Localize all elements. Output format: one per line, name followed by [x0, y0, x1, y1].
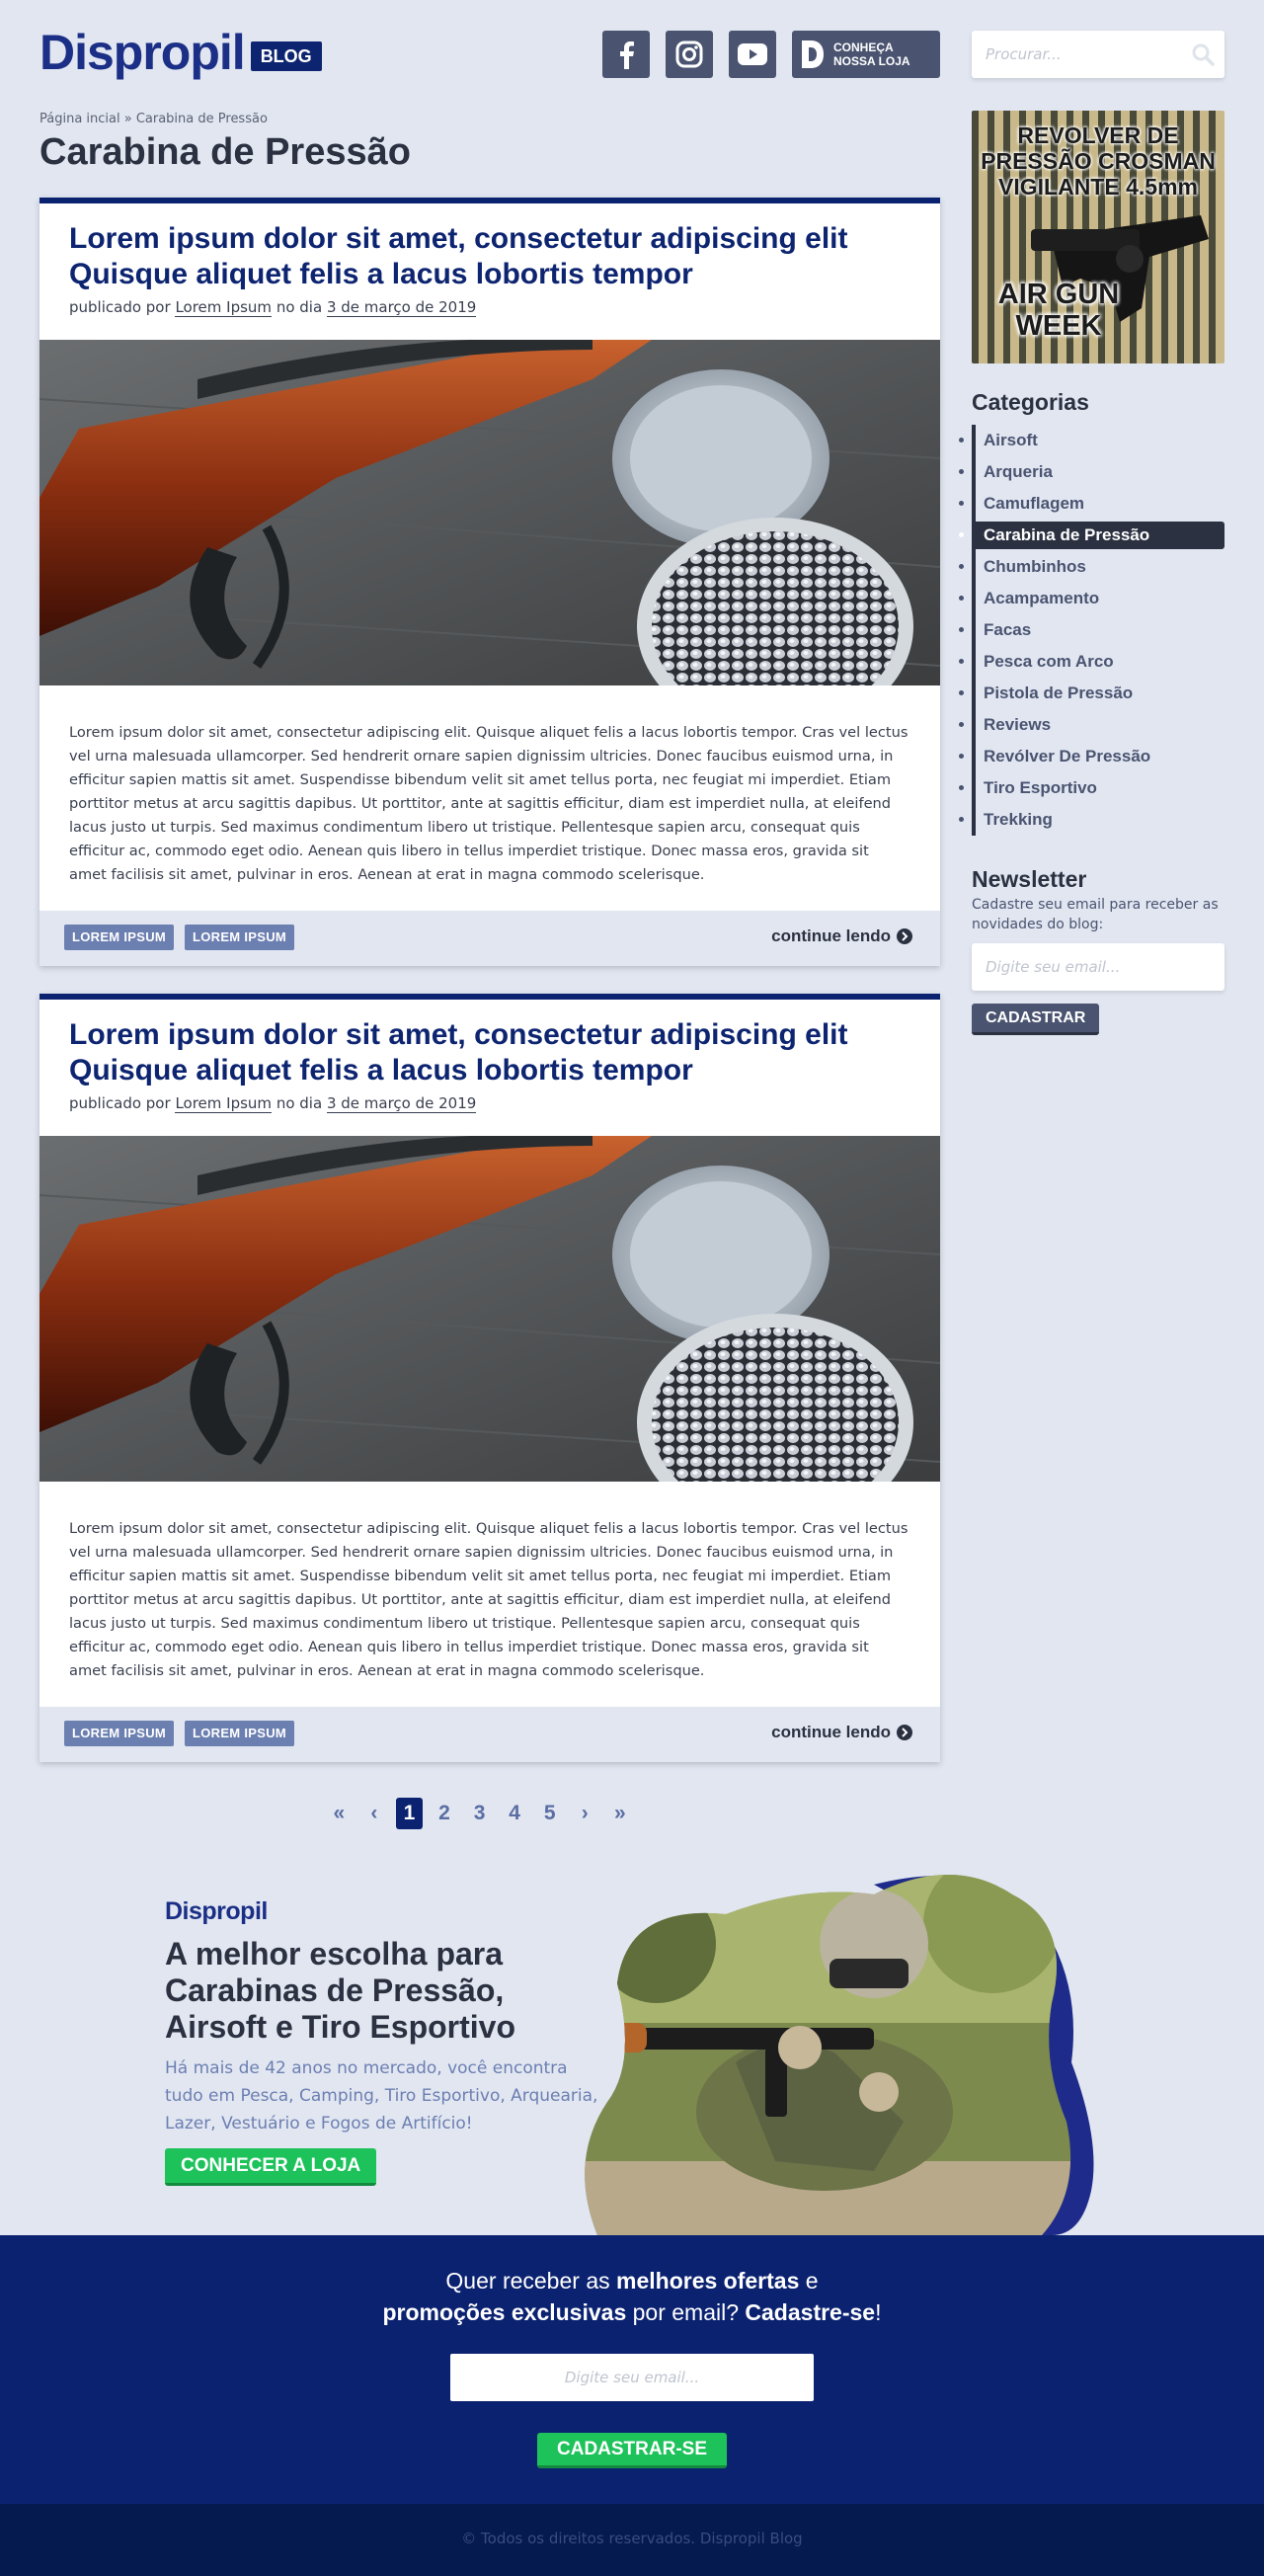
search-icon[interactable] [1191, 42, 1215, 66]
sidebar-ad-banner[interactable]: REVOLVER DE PRESSÃO CROSMAN VIGILANTE 4.… [972, 111, 1224, 363]
category-item[interactable]: Pesca com Arco [976, 646, 1224, 678]
categories-heading: Categorias [972, 389, 1089, 415]
chevron-right-circle-icon [897, 928, 912, 944]
subscribe-section: Quer receber as melhores ofertas e promo… [0, 2235, 1264, 2504]
site-footer: © Todos os direitos reservados. Dispropi… [0, 2504, 1264, 2576]
category-item[interactable]: Trekking [976, 804, 1224, 836]
continue-label: continue lendo [771, 1723, 891, 1741]
page-link-2[interactable]: 2 [432, 1798, 458, 1829]
category-item[interactable]: Acampamento [976, 583, 1224, 614]
post-image[interactable] [40, 340, 940, 685]
post-card: Lorem ipsum dolor sit amet, consectetur … [40, 994, 940, 1762]
continue-label: continue lendo [771, 926, 891, 945]
site-logo[interactable]: Dispropil BLOG [40, 28, 322, 77]
visit-store-button[interactable]: CONHECER A LOJA [165, 2148, 377, 2186]
page-link-1[interactable]: 1 [396, 1798, 423, 1829]
post-image[interactable] [40, 1136, 940, 1482]
subscribe-text: Quer receber as [445, 2268, 617, 2294]
subscribe-text: e [799, 2268, 819, 2294]
post-footer: LOREM IPSUM LOREM IPSUM continue lendo [40, 1707, 940, 1762]
newsletter-submit-button[interactable]: CADASTRAR [972, 1004, 1100, 1035]
category-item[interactable]: Chumbinhos [976, 551, 1224, 583]
category-item[interactable]: Airsoft [976, 425, 1224, 456]
subscribe-text: por email? [626, 2299, 746, 2325]
promo-logo: Dispropil [165, 1897, 268, 1925]
category-item-active[interactable]: Carabina de Pressão [976, 522, 1224, 549]
chevron-right-circle-icon [897, 1725, 912, 1740]
page-link-5[interactable]: 5 [536, 1798, 563, 1829]
instagram-button[interactable] [666, 31, 713, 78]
instagram-icon [675, 40, 703, 68]
promo-title: A melhor escolha para Carabinas de Press… [165, 1936, 516, 2045]
newsletter-email-input[interactable] [972, 943, 1224, 991]
site-header: Dispropil BLOG CONHEÇA NOSSA LOJA [0, 0, 1264, 99]
logo-blog-badge: BLOG [250, 41, 322, 71]
youtube-button[interactable] [729, 31, 776, 78]
ad-title: REVOLVER DE PRESSÃO CROSMAN VIGILANTE 4.… [981, 122, 1216, 200]
subscribe-text-bold: Cadastre-se [745, 2299, 876, 2325]
page-link-4[interactable]: 4 [502, 1798, 528, 1829]
post-footer: LOREM IPSUM LOREM IPSUM continue lendo [40, 911, 940, 966]
meta-middle: no dia [276, 1094, 323, 1112]
category-item[interactable]: Facas [976, 614, 1224, 646]
category-item[interactable]: Camuflagem [976, 488, 1224, 520]
search-box [972, 31, 1224, 78]
post-tag[interactable]: LOREM IPSUM [185, 1721, 295, 1746]
store-button-label: CONHEÇA NOSSA LOJA [833, 40, 910, 68]
post-excerpt: Lorem ipsum dolor sit amet, consectetur … [69, 724, 908, 883]
continue-reading-link[interactable]: continue lendo [771, 1723, 912, 1742]
store-button[interactable]: CONHEÇA NOSSA LOJA [792, 31, 940, 78]
facebook-icon [620, 41, 634, 69]
continue-reading-link[interactable]: continue lendo [771, 926, 912, 946]
subscribe-headline: Quer receber as melhores ofertas e promo… [0, 2265, 1264, 2328]
promo-soldier-image [585, 1875, 1094, 2235]
subscribe-email-input[interactable] [450, 2354, 814, 2401]
logo-wordmark: Dispropil [40, 25, 246, 80]
subscribe-text-bold: promoções exclusivas [382, 2299, 627, 2325]
post-author-link[interactable]: Lorem Ipsum [175, 298, 273, 317]
category-item[interactable]: Revólver De Pressão [976, 741, 1224, 772]
youtube-icon [738, 43, 767, 65]
prev-page-icon[interactable]: ‹ [361, 1798, 388, 1829]
page-link-3[interactable]: 3 [466, 1798, 493, 1829]
post-title[interactable]: Lorem ipsum dolor sit amet, consectetur … [69, 221, 910, 292]
subscribe-text: ! [875, 2299, 882, 2325]
page-title: Carabina de Pressão [40, 131, 411, 173]
meta-prefix: publicado por [69, 298, 171, 316]
categories-list: Airsoft Arqueria Camuflagem Carabina de … [972, 425, 1224, 836]
first-page-icon[interactable]: « [326, 1798, 353, 1829]
post-date-link[interactable]: 3 de março de 2019 [326, 1094, 477, 1113]
store-logo-icon [802, 40, 824, 68]
post-meta: publicado por Lorem Ipsum no dia 3 de ma… [69, 298, 910, 317]
post-author-link[interactable]: Lorem Ipsum [175, 1094, 273, 1113]
copyright-text: © Todos os direitos reservados. Dispropi… [461, 2530, 803, 2547]
post-tag[interactable]: LOREM IPSUM [64, 925, 175, 950]
category-item[interactable]: Reviews [976, 709, 1224, 741]
post-card: Lorem ipsum dolor sit amet, consectetur … [40, 198, 940, 966]
post-title[interactable]: Lorem ipsum dolor sit amet, consectetur … [69, 1017, 910, 1088]
subscribe-text-bold: melhores ofertas [616, 2268, 800, 2294]
breadcrumb: Página incial » Carabina de Pressão [40, 112, 268, 126]
post-tag[interactable]: LOREM IPSUM [185, 925, 295, 950]
post-excerpt: Lorem ipsum dolor sit amet, consectetur … [69, 1520, 908, 1679]
meta-prefix: publicado por [69, 1094, 171, 1112]
next-page-icon[interactable]: › [572, 1798, 598, 1829]
category-item[interactable]: Tiro Esportivo [976, 772, 1224, 804]
category-item[interactable]: Arqueria [976, 456, 1224, 488]
newsletter-description: Cadastre seu email para receber as novid… [972, 897, 1219, 932]
meta-middle: no dia [276, 298, 323, 316]
promo-description: Há mais de 42 anos no mercado, você enco… [165, 2058, 598, 2133]
post-meta: publicado por Lorem Ipsum no dia 3 de ma… [69, 1094, 910, 1113]
pagination: « ‹ 1 2 3 4 5 › » [326, 1798, 642, 1829]
newsletter-heading: Newsletter [972, 866, 1087, 892]
post-date-link[interactable]: 3 de março de 2019 [326, 298, 477, 317]
subscribe-button[interactable]: CADASTRAR-SE [537, 2433, 727, 2468]
search-input[interactable] [972, 31, 1169, 78]
ad-subtitle: AIR GUN WEEK [997, 279, 1120, 342]
facebook-button[interactable] [602, 31, 650, 78]
post-tag[interactable]: LOREM IPSUM [64, 1721, 175, 1746]
last-page-icon[interactable]: » [607, 1798, 634, 1829]
category-item[interactable]: Pistola de Pressão [976, 678, 1224, 709]
